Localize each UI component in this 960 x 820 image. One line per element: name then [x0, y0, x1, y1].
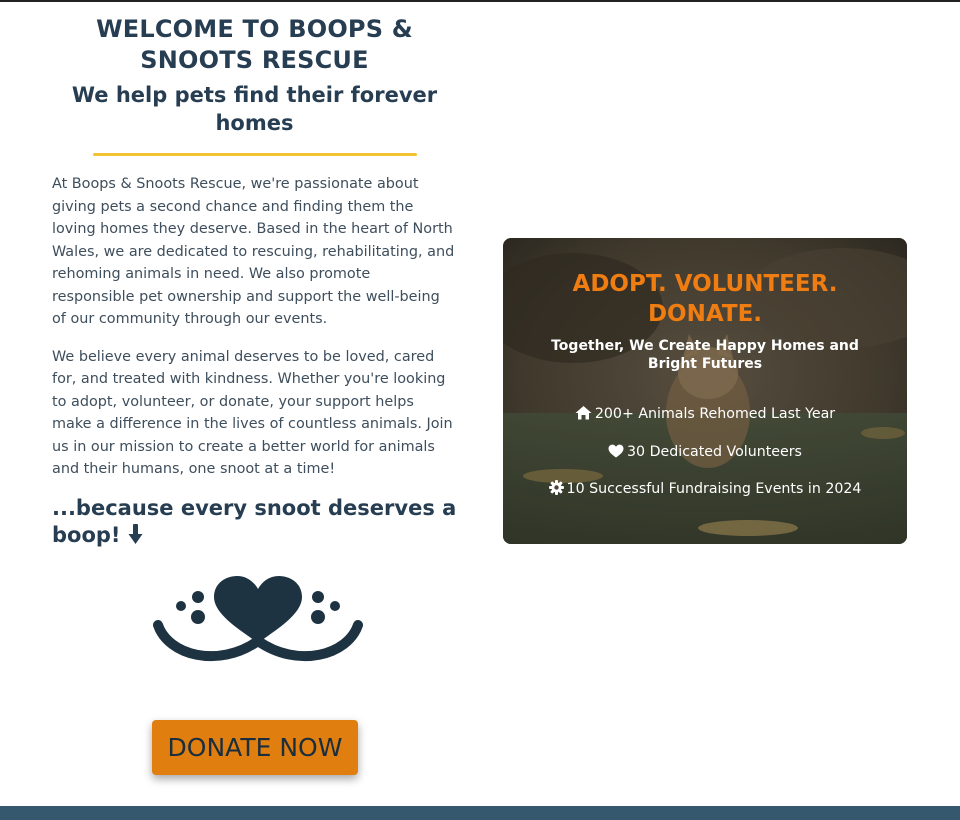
stat-item-volunteers: 30 Dedicated Volunteers — [503, 442, 907, 480]
snoot-heart-logo — [150, 573, 366, 673]
page-subtitle: We help pets find their forever homes — [71, 83, 438, 135]
hero-content: ADOPT. VOLUNTEER. DONATE. Together, We C… — [503, 238, 907, 544]
donate-now-button[interactable]: DONATE NOW — [152, 720, 358, 775]
house-icon — [575, 405, 592, 426]
stat-text-fundraising: 10 Successful Fundraising Events in 2024 — [566, 481, 862, 497]
intro-paragraph-1: At Boops & Snoots Rescue, we're passiona… — [52, 176, 455, 327]
gear-icon — [548, 480, 564, 501]
stat-item-rehomed: 200+ Animals Rehomed Last Year — [503, 404, 907, 442]
hero-title: ADOPT. VOLUNTEER. DONATE. — [572, 271, 838, 327]
intro-paragraph-2: We believe every animal deserves to be l… — [52, 348, 453, 478]
heart-icon — [608, 444, 624, 464]
hero-banner: ADOPT. VOLUNTEER. DONATE. Together, We C… — [503, 238, 907, 544]
hero-subtitle: Together, We Create Happy Homes and Brig… — [551, 338, 859, 372]
stats-list: 200+ Animals Rehomed Last Year 30 Dedica… — [503, 404, 907, 517]
footer-bar — [0, 806, 960, 820]
stat-text-volunteers: 30 Dedicated Volunteers — [627, 443, 802, 460]
title-divider — [92, 153, 417, 156]
stat-text-rehomed: 200+ Animals Rehomed Last Year — [594, 406, 836, 422]
page-title: WELCOME TO BOOPS & SNOOTS RESCUE — [96, 15, 413, 74]
welcome-section: WELCOME TO BOOPS & SNOOTS RESCUE We help… — [52, 14, 457, 552]
arrow-down-icon — [128, 523, 143, 552]
tagline-text: ...because every snoot deserves a boop! — [52, 495, 457, 547]
tagline: ...because every snoot deserves a boop! — [52, 495, 457, 552]
stat-item-fundraising: 10 Successful Fundraising Events in 2024 — [503, 479, 907, 517]
top-border — [0, 0, 960, 2]
